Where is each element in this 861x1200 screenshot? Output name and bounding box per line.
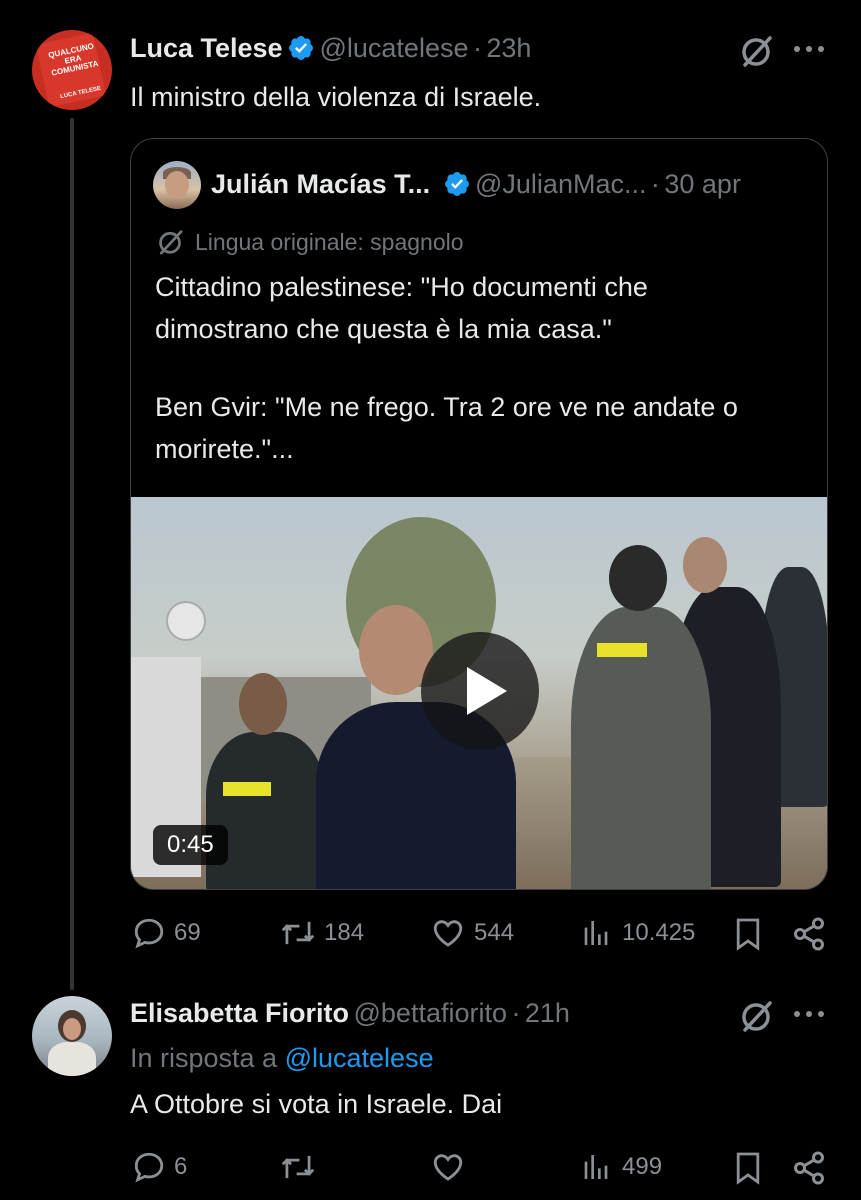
separator-dot: · <box>511 998 521 1028</box>
grok-icon[interactable] <box>737 32 775 70</box>
like-button[interactable]: 544 <box>430 916 514 950</box>
views-button[interactable]: 10.425 <box>582 916 695 950</box>
grok-icon[interactable] <box>737 997 775 1035</box>
bookmark-icon[interactable] <box>734 917 762 951</box>
author-name[interactable]: Luca Telese <box>130 33 283 63</box>
verified-badge-icon <box>444 172 469 196</box>
share-icon[interactable] <box>791 1150 827 1186</box>
retweet-icon[interactable] <box>280 1150 316 1184</box>
avatar[interactable]: QUALCUNO ERA COMUNISTA LUCA TELESE <box>32 30 112 110</box>
tweet-text: Il ministro della violenza di Israele. <box>130 82 542 112</box>
retweet-count: 184 <box>324 919 365 946</box>
video-person-head <box>239 673 287 735</box>
quoted-header: Julián Macías T... @JulianMac... · 30 ap… <box>211 169 741 200</box>
quoted-author-name: Julián Macías T... <box>211 169 431 199</box>
avatar[interactable] <box>32 996 112 1076</box>
reply-count: 6 <box>174 1153 188 1180</box>
timestamp[interactable]: 23h <box>486 33 531 63</box>
separator-dot: · <box>472 33 482 63</box>
quoted-text-line-3: Ben Gvir: "Me ne frego. Tra 2 ore ve ne … <box>155 392 738 422</box>
more-options-icon[interactable] <box>792 1007 826 1021</box>
quoted-author-handle: @JulianMac... <box>475 169 647 199</box>
author-name[interactable]: Elisabetta Fiorito <box>130 998 349 1028</box>
quoted-text-line-2: dimostrano che questa è la mia casa." <box>155 314 612 344</box>
quoted-avatar <box>153 161 201 209</box>
video-duration: 0:45 <box>153 825 228 865</box>
video-vest-patch <box>597 643 647 657</box>
reply-icon <box>134 1152 164 1183</box>
video-scene-satellite-dish <box>166 601 206 641</box>
retweet-icon <box>281 921 315 945</box>
tweet-text: A Ottobre si vota in Israele. Dai <box>130 1089 503 1119</box>
grok-icon <box>159 230 183 255</box>
heart-icon <box>433 920 463 947</box>
like-count: 544 <box>474 919 515 946</box>
bookmark-icon[interactable] <box>734 1151 762 1185</box>
translation-note: Lingua originale: spagnolo <box>155 227 464 257</box>
analytics-icon <box>584 1155 608 1179</box>
quoted-text-line-4: morirete."... <box>155 434 294 464</box>
view-count: 10.425 <box>622 919 696 946</box>
video-person <box>206 732 326 889</box>
translation-label: Lingua originale: spagnolo <box>195 228 464 255</box>
play-icon <box>467 667 507 715</box>
reply-icon <box>134 918 164 949</box>
timestamp[interactable]: 21h <box>525 998 570 1028</box>
retweet-button[interactable]: 184 <box>280 916 364 950</box>
video-player[interactable]: 0:45 <box>131 497 827 889</box>
video-person-head <box>683 537 727 593</box>
heart-icon[interactable] <box>430 1150 466 1184</box>
quoted-text-line-1: Cittadino palestinese: "Ho documenti che <box>155 272 648 302</box>
quoted-timestamp: 30 apr <box>664 169 741 199</box>
reply-button[interactable]: 69 <box>132 916 201 950</box>
more-options-icon[interactable] <box>792 42 826 56</box>
author-handle[interactable]: @lucatelese <box>319 33 468 63</box>
analytics-icon <box>584 921 608 945</box>
tweet-header: Luca Telese @lucatelese · 23h <box>130 33 531 69</box>
reply-prefix: In risposta a <box>130 1043 278 1073</box>
author-handle[interactable]: @bettafiorito <box>354 998 507 1028</box>
video-person-head <box>609 545 667 611</box>
quoted-tweet-card[interactable]: Julián Macías T... @JulianMac... · 30 ap… <box>130 138 828 890</box>
tweet-header: Elisabetta Fiorito @bettafiorito · 21h <box>130 998 570 1029</box>
reply-button[interactable]: 6 <box>132 1150 187 1184</box>
thread-line <box>70 118 74 990</box>
separator-dot: · <box>650 169 660 199</box>
video-vest-patch <box>223 782 271 796</box>
reply-to-handle-link[interactable]: @lucatelese <box>285 1043 434 1073</box>
view-count: 499 <box>622 1153 663 1180</box>
reply-count: 69 <box>174 919 201 946</box>
share-icon[interactable] <box>791 916 827 952</box>
verified-badge-icon <box>289 36 313 60</box>
reply-context: In risposta a @lucatelese <box>130 1043 434 1074</box>
views-button[interactable]: 499 <box>582 1150 662 1184</box>
